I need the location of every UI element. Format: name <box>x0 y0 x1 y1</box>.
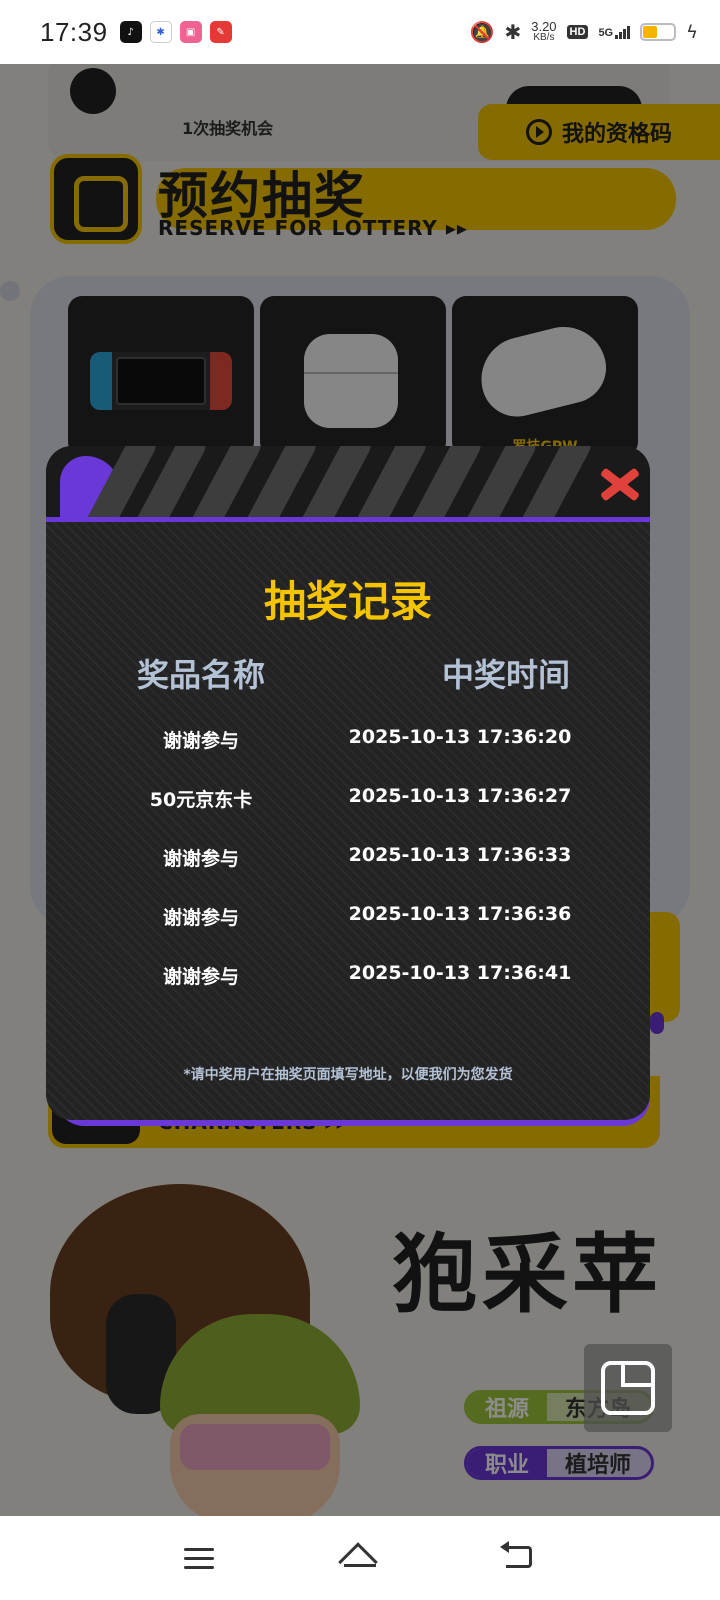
record-row: 谢谢参与 2025-10-13 17:36:20 <box>46 718 650 777</box>
record-time: 2025-10-13 17:36:33 <box>348 844 572 866</box>
record-prize: 谢谢参与 <box>162 966 239 988</box>
record-time: 2025-10-13 17:36:36 <box>348 903 572 925</box>
dialog-header-pattern <box>46 446 650 522</box>
lottery-record-dialog: 抽奖记录 奖品名称 中奖时间 谢谢参与 2025-10-13 17:36:20 … <box>46 446 650 1126</box>
close-icon[interactable] <box>594 460 646 508</box>
record-row: 谢谢参与 2025-10-13 17:36:33 <box>46 836 650 895</box>
record-row: 50元京东卡 2025-10-13 17:36:27 <box>46 777 650 836</box>
record-time: 2025-10-13 17:36:27 <box>348 785 572 807</box>
column-header-prize: 奖品名称 <box>136 656 265 694</box>
record-time: 2025-10-13 17:36:41 <box>348 962 572 984</box>
bluetooth-icon: ✱ <box>504 20 522 44</box>
network-speed: 3.20 KB/s <box>531 19 557 43</box>
record-list: 谢谢参与 2025-10-13 17:36:20 50元京东卡 2025-10-… <box>46 718 650 1013</box>
signal-icon: 5G <box>598 25 631 39</box>
record-prize: 谢谢参与 <box>162 907 239 929</box>
record-prize: 谢谢参与 <box>162 848 239 870</box>
record-prize: 谢谢参与 <box>162 730 239 752</box>
bilibili-icon: ▣ <box>179 21 202 43</box>
record-prize: 50元京东卡 <box>149 789 253 811</box>
record-row: 谢谢参与 2025-10-13 17:36:41 <box>46 954 650 1013</box>
home-button[interactable] <box>338 1540 380 1582</box>
tiktok-icon: ♪ <box>119 21 142 43</box>
back-button[interactable] <box>500 1540 540 1576</box>
xiaohongshu-icon: ✎ <box>209 21 232 43</box>
notification-app-icons: ♪ ✱ ▣ ✎ <box>119 21 232 43</box>
fullscreen-icon <box>601 1361 655 1415</box>
column-header-time: 中奖时间 <box>441 656 570 694</box>
record-row: 谢谢参与 2025-10-13 17:36:36 <box>46 895 650 954</box>
home-icon <box>338 1542 378 1582</box>
status-bar: 17:39 ♪ ✱ ▣ ✎ 🔕 ✱ 3.20 KB/s HD 5G ϟ <box>0 0 720 64</box>
hd-badge: HD <box>566 25 589 39</box>
shipping-note: *请中奖用户在抽奖页面填写地址，以便我们为您发货 <box>183 1067 513 1083</box>
mute-icon: 🔕 <box>469 20 495 44</box>
fullscreen-toggle-button[interactable] <box>584 1344 672 1432</box>
dialog-title: 抽奖记录 <box>263 577 432 626</box>
baidu-icon: ✱ <box>149 21 172 43</box>
charging-icon: ϟ <box>686 21 698 43</box>
status-time: 17:39 <box>40 16 108 47</box>
recent-apps-button[interactable] <box>180 1540 220 1576</box>
battery-icon <box>640 23 677 41</box>
back-icon <box>506 1546 532 1568</box>
record-time: 2025-10-13 17:36:20 <box>348 726 572 748</box>
system-nav-bar <box>0 1516 720 1600</box>
